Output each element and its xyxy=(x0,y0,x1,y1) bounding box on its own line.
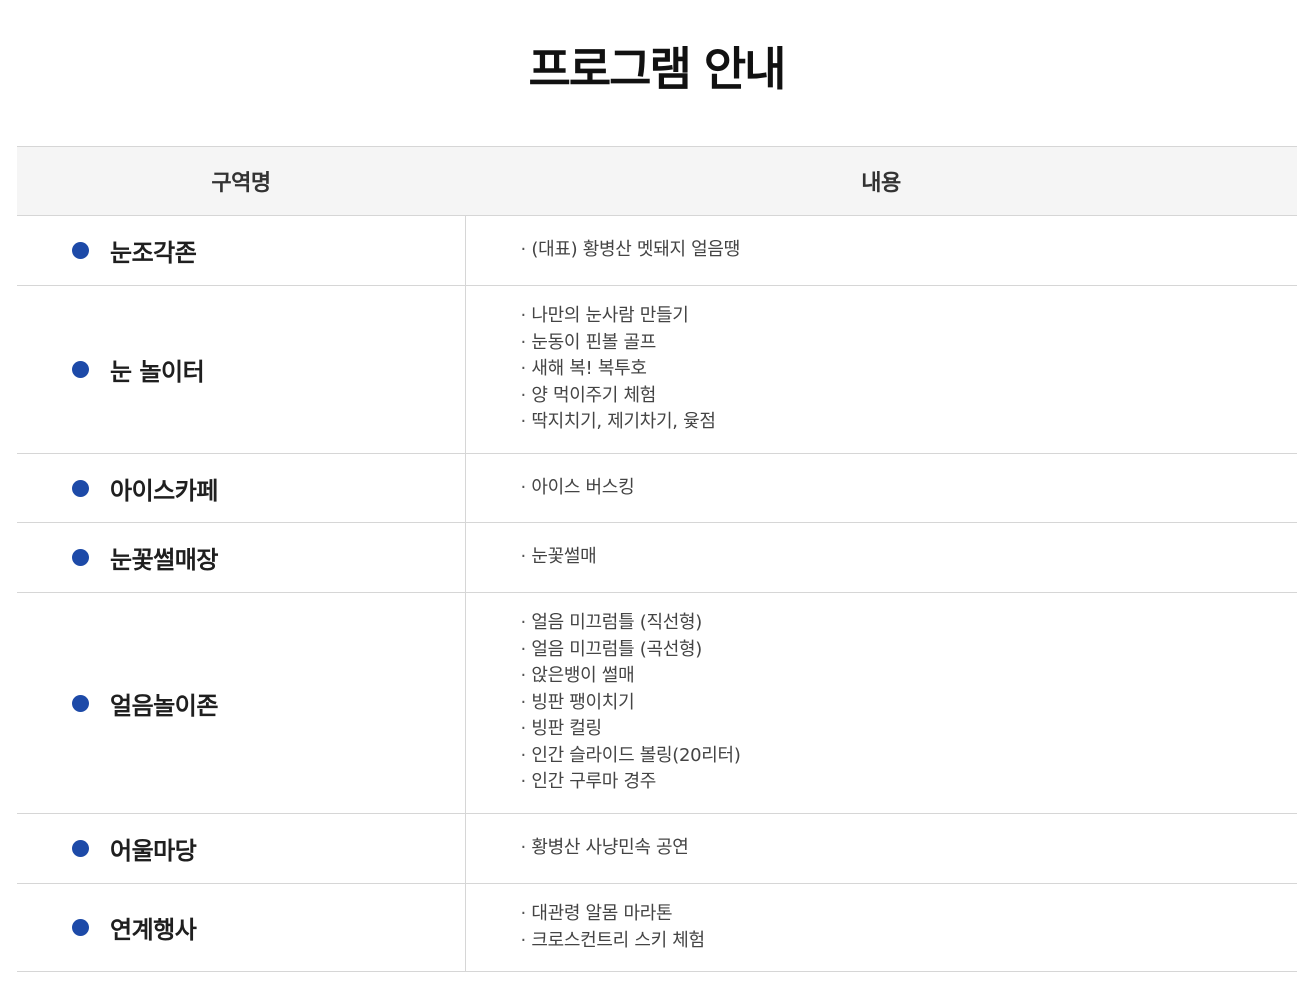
content-cell: (대표) 황병산 멧돼지 얼음땡 xyxy=(465,215,1298,286)
zone-name: 눈꽃썰매장 xyxy=(110,546,218,574)
content-list: 얼음 미끄럼틀 (직선형)얼음 미끄럼틀 (곡선형)앉은뱅이 썰매빙판 팽이치기… xyxy=(466,595,1298,811)
table-body: 눈조각존 (대표) 황병산 멧돼지 얼음땡눈 놀이터 나만의 눈사람 만들기눈동이 … xyxy=(17,215,1298,972)
header-zone: 구역명 xyxy=(17,146,465,216)
zone-name: 눈조각존 xyxy=(110,239,197,267)
bullet-dot-icon xyxy=(72,361,89,378)
table-row: 어울마당 황병산 사냥민속 공연 xyxy=(17,813,1298,884)
zone-label: 연계행사 xyxy=(17,910,465,945)
bullet-dot-icon xyxy=(72,919,89,936)
zone-label: 눈조각존 xyxy=(17,233,465,268)
content-cell: 아이스 버스킹 xyxy=(465,453,1298,523)
list-item: 황병산 사냥민속 공연 xyxy=(521,835,1298,862)
zone-cell: 연계행사 xyxy=(17,883,466,972)
zone-label: 어울마당 xyxy=(17,831,465,866)
zone-name: 눈 놀이터 xyxy=(110,358,205,386)
zone-cell: 눈꽃썰매장 xyxy=(17,522,466,593)
list-item: 얼음 미끄럼틀 (곡선형) xyxy=(521,637,1298,664)
content-list: (대표) 황병산 멧돼지 얼음땡 xyxy=(466,222,1298,279)
zone-name: 어울마당 xyxy=(110,837,197,865)
table-row: 얼음놀이존얼음 미끄럼틀 (직선형)얼음 미끄럼틀 (곡선형)앉은뱅이 썰매빙판… xyxy=(17,592,1298,814)
page-title: 프로그램 안내 xyxy=(528,41,787,96)
table-header-row: 구역명 내용 xyxy=(17,146,1297,216)
program-table: 구역명 내용 눈조각존 (대표) 황병산 멧돼지 얼음땡눈 놀이터 나만의 눈사람 … xyxy=(17,146,1297,972)
zone-label: 아이스카페 xyxy=(17,471,465,506)
content-list: 나만의 눈사람 만들기눈동이 핀볼 골프새해 복! 복투호양 먹이주기 체험딱지… xyxy=(466,288,1298,451)
list-item: 인간 슬라이드 볼링(20리터) xyxy=(521,743,1298,770)
header-content: 내용 xyxy=(465,146,1297,216)
list-item: 인간 구루마 경주 xyxy=(521,769,1298,796)
list-item: 앉은뱅이 썰매 xyxy=(521,663,1298,690)
table-row: 연계행사 대관령 알몸 마라톤크로스컨트리 스키 체험 xyxy=(17,883,1298,972)
list-item: 새해 복! 복투호 xyxy=(521,356,1298,383)
bullet-dot-icon xyxy=(72,549,89,566)
zone-cell: 어울마당 xyxy=(17,813,466,884)
content-cell: 대관령 알몸 마라톤크로스컨트리 스키 체험 xyxy=(465,883,1298,972)
zone-name: 연계행사 xyxy=(110,916,197,944)
bullet-dot-icon xyxy=(72,479,89,497)
list-item: 크로스컨트리 스키 체험 xyxy=(521,928,1298,955)
table-row: 아이스카페 아이스 버스킹 xyxy=(17,453,1298,523)
table-row: 눈 놀이터 나만의 눈사람 만들기눈동이 핀볼 골프새해 복! 복투호양 먹이주기… xyxy=(17,285,1298,454)
content-list: 눈꽃썰매 xyxy=(466,529,1298,586)
list-item: 눈동이 핀볼 골프 xyxy=(521,330,1298,357)
zone-label: 눈꽃썰매장 xyxy=(17,540,465,575)
content-list: 대관령 알몸 마라톤크로스컨트리 스키 체험 xyxy=(466,886,1298,969)
table-row: 눈조각존 (대표) 황병산 멧돼지 얼음땡 xyxy=(17,215,1298,286)
content-cell: 얼음 미끄럼틀 (직선형)얼음 미끄럼틀 (곡선형)앉은뱅이 썰매빙판 팽이치기… xyxy=(465,592,1298,814)
list-item: (대표) 황병산 멧돼지 얼음땡 xyxy=(521,237,1298,264)
bullet-dot-icon xyxy=(72,694,89,712)
list-item: 얼음 미끄럼틀 (직선형) xyxy=(521,610,1298,637)
zone-cell: 눈조각존 xyxy=(17,215,466,286)
list-item: 대관령 알몸 마라톤 xyxy=(521,901,1298,928)
zone-name: 얼음놀이존 xyxy=(110,691,218,720)
bullet-dot-icon xyxy=(72,840,89,857)
list-item: 아이스 버스킹 xyxy=(521,475,1298,502)
list-item: 빙판 컬링 xyxy=(521,716,1298,743)
content-cell: 눈꽃썰매 xyxy=(465,522,1298,593)
list-item: 나만의 눈사람 만들기 xyxy=(521,303,1298,330)
list-item: 양 먹이주기 체험 xyxy=(521,383,1298,410)
zone-cell: 눈 놀이터 xyxy=(17,285,466,454)
list-item: 눈꽃썰매 xyxy=(521,544,1298,571)
list-item: 빙판 팽이치기 xyxy=(521,690,1298,717)
zone-name: 아이스카페 xyxy=(110,476,218,505)
bullet-dot-icon xyxy=(72,242,89,259)
content-list: 황병산 사냥민속 공연 xyxy=(466,820,1298,877)
zone-label: 눈 놀이터 xyxy=(17,352,465,387)
table-row: 눈꽃썰매장 눈꽃썰매 xyxy=(17,522,1298,593)
zone-cell: 얼음놀이존 xyxy=(17,592,466,814)
content-cell: 나만의 눈사람 만들기눈동이 핀볼 골프새해 복! 복투호양 먹이주기 체험딱지… xyxy=(465,285,1298,454)
zone-label: 얼음놀이존 xyxy=(17,686,465,721)
zone-cell: 아이스카페 xyxy=(17,453,466,523)
content-list: 아이스 버스킹 xyxy=(466,460,1298,517)
list-item: 딱지치기, 제기차기, 윷점 xyxy=(521,409,1298,436)
content-cell: 황병산 사냥민속 공연 xyxy=(465,813,1298,884)
